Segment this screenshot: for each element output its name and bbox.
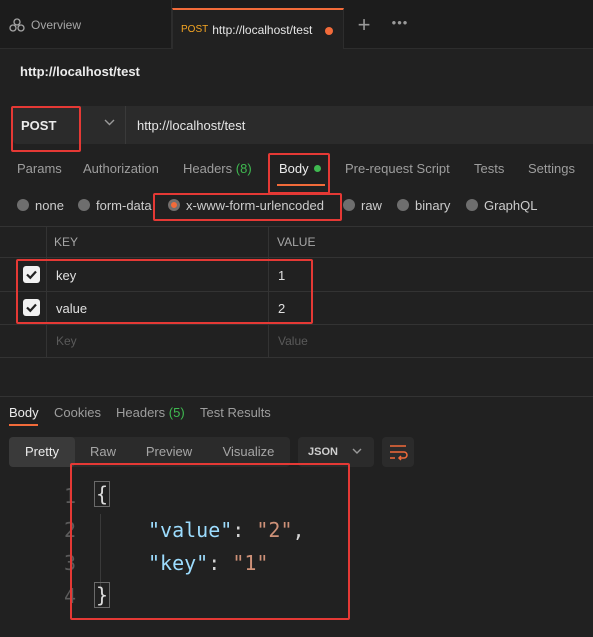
tab-headers[interactable]: Headers (8) [183, 161, 252, 176]
radio-form-data[interactable]: form-data [78, 197, 152, 213]
radio-raw-icon [343, 199, 355, 211]
table-border [0, 226, 593, 227]
new-value-input[interactable]: Value [278, 334, 308, 348]
tab-request-active[interactable]: POST http://localhost/test [172, 8, 344, 49]
tab-params[interactable]: Params [17, 161, 62, 176]
tab-authorization[interactable]: Authorization [83, 161, 159, 176]
workspace-icon [9, 17, 25, 32]
new-tab-plus-icon[interactable]: + [352, 14, 376, 38]
tab-headers-label: Headers [183, 161, 233, 176]
radio-graphql[interactable]: GraphQL [466, 197, 537, 213]
chevron-down-icon [104, 119, 115, 126]
annotation-box-method [11, 106, 81, 152]
chevron-down-icon [352, 448, 362, 454]
radio-form-data-icon [78, 199, 90, 211]
tab-method: POST [181, 24, 209, 35]
annotation-box-body-tab [268, 153, 330, 194]
radio-binary[interactable]: binary [397, 197, 450, 213]
radio-binary-icon [397, 199, 409, 211]
table-border [0, 257, 593, 258]
response-tab-test-results[interactable]: Test Results [200, 405, 271, 420]
tab-overview[interactable]: Overview [0, 0, 172, 49]
radio-none-label: none [35, 197, 64, 213]
url-input[interactable]: http://localhost/test [125, 106, 593, 144]
more-tabs-icon[interactable]: ••• [388, 15, 412, 39]
column-header-value: VALUE [277, 235, 316, 249]
tab-settings[interactable]: Settings [528, 161, 575, 176]
annotation-box-params [16, 259, 313, 324]
response-tab-headers-label: Headers [116, 405, 166, 420]
radio-none[interactable]: none [17, 197, 64, 213]
response-tab-body-underline [9, 424, 38, 426]
response-tab-headers[interactable]: Headers (5) [116, 405, 185, 420]
tab-tests[interactable]: Tests [474, 161, 504, 176]
response-tab-body[interactable]: Body [9, 405, 39, 420]
annotation-box-response [70, 463, 350, 620]
radio-form-data-label: form-data [96, 197, 152, 213]
tab-url: http://localhost/test [212, 22, 313, 37]
tab-pre-request-script[interactable]: Pre-request Script [345, 161, 450, 176]
new-key-input[interactable]: Key [56, 334, 77, 348]
radio-graphql-label: GraphQL [484, 197, 538, 213]
request-title[interactable]: http://localhost/test [20, 64, 140, 79]
radio-raw-label: raw [361, 197, 382, 213]
radio-graphql-icon [466, 199, 478, 211]
radio-raw[interactable]: raw [343, 197, 382, 213]
response-tab-headers-count: (5) [168, 405, 185, 420]
table-border [0, 357, 593, 358]
unsaved-dot-icon [325, 27, 333, 35]
response-tab-cookies[interactable]: Cookies [54, 405, 101, 420]
column-header-key: KEY [54, 235, 79, 249]
radio-binary-label: binary [415, 197, 451, 213]
radio-none-icon [17, 199, 29, 211]
tab-overview-label: Overview [31, 17, 82, 32]
annotation-box-urlencoded [153, 193, 342, 221]
wrap-lines-button[interactable] [382, 437, 414, 467]
wrap-lines-icon [390, 445, 408, 461]
url-value: http://localhost/test [137, 117, 246, 133]
response-divider [0, 396, 593, 397]
format-value: JSON [308, 446, 338, 458]
view-pretty-button[interactable]: Pretty [9, 437, 75, 467]
tab-headers-count: (8) [235, 161, 252, 176]
table-border [0, 324, 593, 325]
